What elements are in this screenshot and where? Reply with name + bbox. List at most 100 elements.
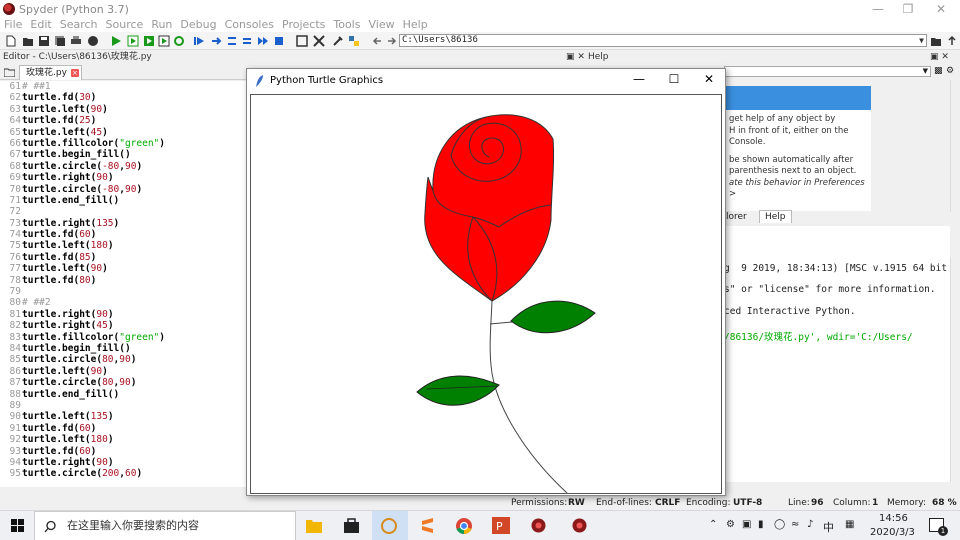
console-scrollbar[interactable] [950, 258, 960, 482]
menu-consoles[interactable]: Consoles [221, 18, 278, 32]
parent-dir-icon[interactable] [946, 35, 958, 47]
browse-folder-icon[interactable] [930, 35, 942, 47]
browse-tabs-icon[interactable] [4, 67, 15, 77]
help-options-icon[interactable]: ▣ ✕ [930, 51, 949, 63]
people-icon[interactable]: ⚙ [726, 519, 735, 530]
back-arrow-icon[interactable] [371, 35, 383, 47]
tab-variable-explorer[interactable]: lorer [726, 211, 747, 223]
tab-rose-py[interactable]: 玫瑰花.py × [19, 65, 82, 80]
menu-projects[interactable]: Projects [278, 18, 329, 32]
new-file-icon[interactable] [5, 35, 17, 47]
menu-help[interactable]: Help [399, 18, 432, 32]
python-path-icon[interactable] [348, 35, 360, 47]
fullscreen-icon[interactable] [313, 35, 325, 47]
close-tab-icon[interactable]: × [70, 69, 79, 77]
forward-arrow-icon[interactable] [386, 35, 398, 47]
code-text: turtle.end_fill() [22, 388, 120, 400]
menu-edit[interactable]: Edit [26, 18, 55, 32]
store-icon[interactable] [343, 517, 360, 534]
code-text: turtle.circle(80,90) [22, 377, 137, 389]
chrome-icon[interactable] [455, 517, 473, 535]
code-line: 79 [0, 286, 246, 297]
code-editor[interactable]: 61 # ##1 62 turtle.fd(30) 63 turtle.left(90) 6… [0, 81, 246, 487]
run-icon[interactable] [110, 35, 122, 47]
svg-text:P: P [496, 520, 503, 533]
close-icon[interactable]: ✕ [926, 0, 956, 18]
memory-value: 68 % [932, 498, 957, 508]
step-return-icon[interactable] [241, 35, 253, 47]
volume-icon[interactable]: ♪ [807, 519, 813, 530]
turtle-maximize-icon[interactable]: ☐ [659, 72, 689, 86]
code-line: 65 turtle.left(45) [0, 127, 246, 138]
ime-indicator[interactable]: 中 [823, 519, 834, 535]
chevron-down-icon[interactable]: ▼ [919, 35, 924, 46]
open-file-icon[interactable] [22, 35, 34, 47]
battery-icon[interactable]: ▮ [758, 519, 764, 530]
menu-search[interactable]: Search [56, 18, 102, 32]
wifi-icon[interactable]: ≈ [791, 519, 799, 530]
clock-date[interactable]: 2020/3/3 [870, 527, 915, 538]
maximize-pane-icon[interactable] [296, 35, 308, 47]
working-directory-input[interactable]: C:\Users\86136 ▼ [399, 34, 927, 47]
tray-expand-icon[interactable]: ⌃ [709, 519, 717, 530]
code-line: 92 turtle.left(180) [0, 434, 246, 445]
rerun-icon[interactable] [173, 35, 185, 47]
menu-file[interactable]: File [0, 18, 26, 32]
network-icon[interactable]: ▣ [742, 519, 751, 530]
save-icon[interactable] [38, 35, 50, 47]
browse-icon[interactable] [87, 35, 99, 47]
step-into-icon[interactable] [226, 35, 238, 47]
sublime-icon[interactable] [419, 517, 436, 534]
notification-center-icon[interactable]: 1 [929, 518, 948, 536]
taskbar-search-input[interactable]: 在这里输入你要搜索的内容 [34, 511, 296, 540]
search-app-icon[interactable] [379, 516, 399, 536]
turtle-canvas[interactable] [250, 94, 722, 494]
help-scrollbar[interactable] [950, 80, 960, 212]
line-number: 76 [9, 251, 21, 263]
file-explorer-icon[interactable] [306, 518, 322, 533]
save-all-icon[interactable] [54, 35, 66, 47]
run-selection-icon[interactable] [158, 35, 170, 47]
help-settings-icon[interactable]: ⚙ [946, 66, 954, 76]
menu-tools[interactable]: Tools [329, 18, 364, 32]
editor-options-icon[interactable]: ▣ ✕ [566, 51, 585, 63]
vpn-icon[interactable]: ◯ [774, 519, 785, 530]
console-line: g 9 2019, 18:34:13) [MSC v.1915 64 bit [724, 263, 948, 274]
turtle-close-icon[interactable]: ✕ [694, 72, 724, 86]
spyder-taskbar-icon[interactable] [530, 517, 547, 534]
line-number: 71 [9, 194, 21, 206]
working-directory-value: C:\Users\86136 [402, 35, 478, 45]
stop-debug-icon[interactable] [273, 35, 285, 47]
run-cell-icon[interactable] [127, 35, 139, 47]
keyboard-icon[interactable]: ▦ [845, 519, 854, 530]
menu-source[interactable]: Source [102, 18, 148, 32]
help-object-combo[interactable]: ▼ [724, 66, 931, 77]
continue-icon[interactable] [257, 35, 269, 47]
code-text: turtle.right(90) [22, 172, 114, 184]
chevron-down-icon[interactable]: ▼ [923, 67, 928, 75]
powerpoint-icon[interactable]: P [492, 517, 510, 534]
turtle-minimize-icon[interactable]: — [624, 72, 654, 86]
clock-time[interactable]: 14:56 [879, 513, 908, 524]
preferences-icon[interactable] [332, 35, 344, 47]
search-placeholder: 在这里输入你要搜索的内容 [67, 519, 199, 532]
print-icon[interactable] [70, 35, 82, 47]
help-lock-icon[interactable]: ▩ [934, 66, 943, 76]
tab-help[interactable]: Help [759, 210, 792, 223]
run-cell-advance-icon[interactable] [143, 35, 155, 47]
restore-icon[interactable]: ❐ [893, 0, 923, 18]
line-number: 69 [9, 172, 21, 184]
python-turtle-taskbar-icon[interactable] [571, 517, 588, 534]
code-text: turtle.fd(60) [22, 422, 97, 434]
minimize-icon[interactable]: — [863, 0, 893, 18]
code-line: 91 turtle.fd(60) [0, 423, 246, 434]
debug-icon[interactable] [193, 35, 205, 47]
windows-start-icon[interactable] [11, 519, 24, 532]
ipython-console[interactable]: g 9 2019, 18:34:13) [MSC v.1915 64 bit s… [724, 226, 950, 482]
line-number: 93 [9, 445, 21, 457]
menu-view[interactable]: View [364, 18, 398, 32]
menu-debug[interactable]: Debug [176, 18, 220, 32]
step-icon[interactable] [210, 35, 222, 47]
code-line: 90 turtle.left(135) [0, 411, 246, 422]
menu-run[interactable]: Run [147, 18, 176, 32]
